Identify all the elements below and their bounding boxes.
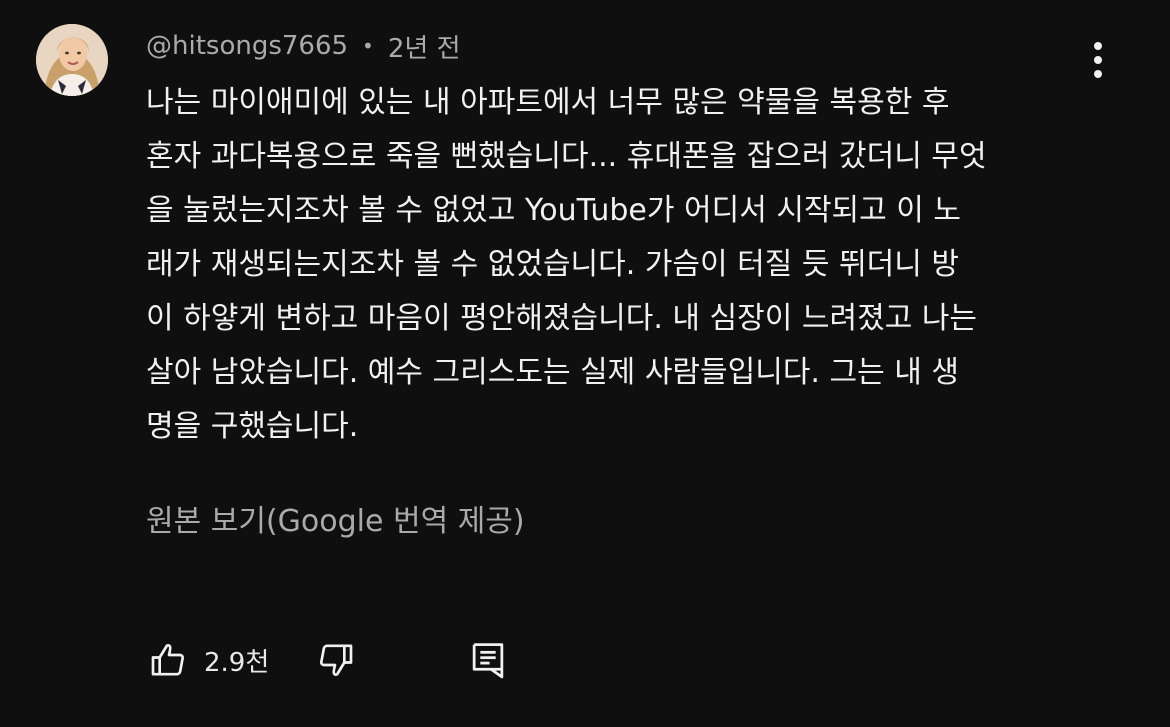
comment-line: 래가 재생되는지조차 볼 수 없었습니다. 가슴이 터질 듯 뛰더니 방: [146, 247, 959, 282]
like-count: 2.9천: [204, 648, 270, 678]
thumbs-up-icon: [151, 644, 185, 676]
comment-line: 살아 남았습니다. 예수 그리스도는 실제 사람들입니다. 그는 내 생: [146, 355, 959, 390]
comment-timestamp[interactable]: 2년 전: [388, 28, 461, 65]
comment-line: 을 눌렀는지조차 볼 수 없었고 YouTube가 어디서 시작되고 이 노: [146, 193, 962, 228]
avatar-image: [36, 24, 108, 96]
reply-button[interactable]: [466, 638, 510, 682]
separator-dot: •: [362, 34, 374, 58]
more-vertical-icon: [1094, 42, 1102, 78]
comment-body: 나는 마이애미에 있는 내 아파트에서 너무 많은 약물을 복용한 후 혼자 과…: [146, 76, 1106, 454]
view-original-link[interactable]: 원본 보기(Google 번역 제공): [146, 496, 525, 540]
reply-comment-icon: [472, 643, 504, 679]
comment-line: 이 하얗게 변하고 마음이 평안해졌습니다. 내 심장이 느려졌고 나는: [146, 301, 978, 336]
comment-line: 혼자 과다복용으로 죽을 뻔했습니다... 휴대폰을 잡으러 갔더니 무엇: [146, 139, 987, 174]
user-avatar[interactable]: [36, 24, 108, 96]
thumbs-down-icon: [319, 644, 353, 676]
comment-line: 나는 마이애미에 있는 내 아파트에서 너무 많은 약물을 복용한 후: [146, 85, 950, 120]
comment-line: 명을 구했습니다.: [146, 409, 359, 444]
like-button[interactable]: [146, 638, 190, 682]
dislike-button[interactable]: [314, 638, 358, 682]
comment-author[interactable]: @hitsongs7665: [146, 31, 348, 61]
comment-header: @hitsongs7665 • 2년 전: [146, 28, 461, 64]
